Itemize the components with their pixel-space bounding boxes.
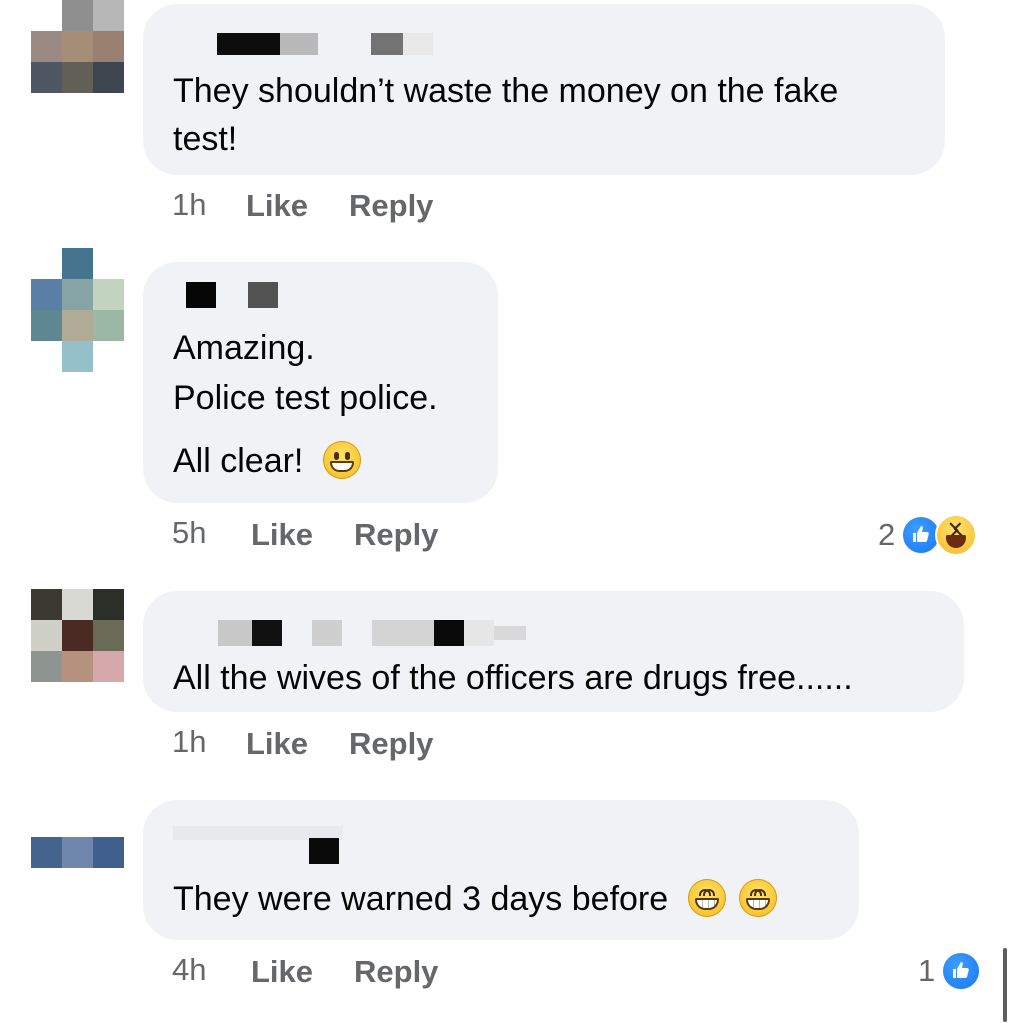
avatar[interactable] [31, 0, 124, 93]
reaction-summary[interactable]: 2 [878, 514, 978, 556]
author-name-redacted[interactable] [186, 282, 296, 308]
comment-text-line: test! [173, 120, 238, 158]
reaction-summary[interactable]: 1 [918, 951, 982, 991]
haha-icon [935, 514, 978, 556]
comment-text: They were warned 3 days before [173, 880, 669, 918]
comment-bubble: They shouldn’t waste the money on the fa… [143, 4, 945, 175]
comment-text-line: They shouldn’t waste the money on the fa… [173, 72, 839, 110]
like-button[interactable]: Like [251, 517, 313, 553]
avatar[interactable] [31, 837, 124, 868]
comment-text-line: All clear! [173, 437, 361, 485]
reply-button[interactable]: Reply [349, 726, 433, 762]
scrollbar[interactable] [1003, 948, 1007, 1022]
like-icon [941, 951, 982, 991]
timestamp[interactable]: 1h [172, 187, 206, 223]
comment-bubble: They were warned 3 days before [143, 800, 859, 940]
timestamp[interactable]: 5h [172, 515, 206, 551]
like-button[interactable]: Like [251, 954, 313, 990]
beaming-face-icon [739, 879, 778, 918]
timestamp[interactable]: 1h [172, 724, 206, 760]
comment-text-line: They were warned 3 days before [173, 875, 778, 923]
author-name-redacted[interactable] [173, 826, 373, 864]
author-name-redacted[interactable] [217, 33, 437, 55]
timestamp[interactable]: 4h [172, 952, 206, 988]
like-button[interactable]: Like [246, 726, 308, 762]
reply-button[interactable]: Reply [354, 517, 438, 553]
comment-text-line: All the wives of the officers are drugs … [173, 659, 853, 697]
avatar[interactable] [31, 589, 124, 682]
reaction-count: 1 [918, 953, 936, 988]
comment-text: All clear! [173, 442, 304, 480]
comment-text-line: Police test police. [173, 379, 438, 417]
comment-bubble: All the wives of the officers are drugs … [143, 591, 964, 712]
comment-text-line: Amazing. [173, 329, 315, 367]
comment-bubble: Amazing. Police test police. All clear! [143, 262, 498, 503]
avatar[interactable] [31, 248, 124, 372]
like-button[interactable]: Like [246, 188, 308, 224]
reaction-count: 2 [878, 517, 896, 552]
reply-button[interactable]: Reply [354, 954, 438, 990]
author-name-redacted[interactable] [188, 620, 588, 646]
grinning-face-icon [322, 441, 361, 480]
reply-button[interactable]: Reply [349, 188, 433, 224]
beaming-face-icon [687, 879, 726, 918]
